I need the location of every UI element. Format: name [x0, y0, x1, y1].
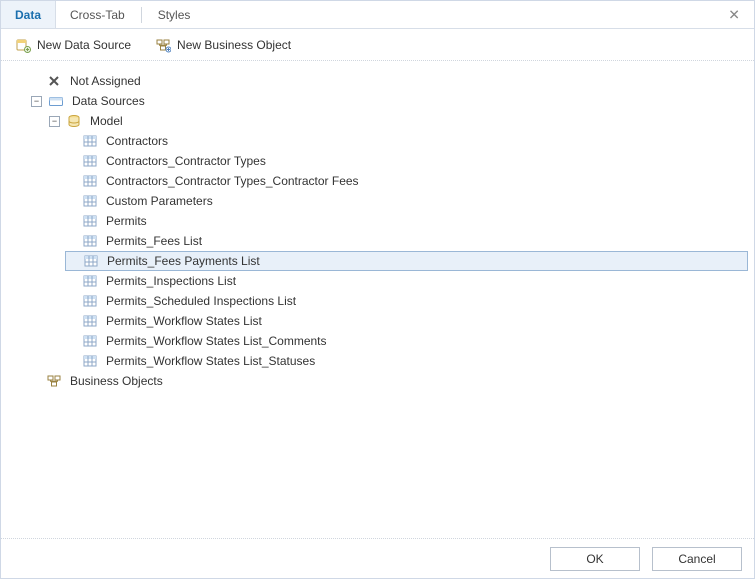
new-data-source-button[interactable]: New Data Source [11, 35, 135, 55]
table-icon [83, 253, 99, 269]
table-icon [82, 313, 98, 329]
toggle-spacer [67, 296, 78, 307]
toggle-spacer [67, 136, 78, 147]
tree-panel: Not Assigned − Data Sources − Mod [1, 61, 754, 538]
table-icon [82, 333, 98, 349]
node-label: Business Objects [66, 373, 167, 389]
ok-button[interactable]: OK [550, 547, 640, 571]
node-label: Contractors_Contractor Types_Contractor … [102, 173, 363, 189]
tree-node-table[interactable]: Permits_Workflow States List_Statuses [65, 351, 748, 371]
node-label: Model [86, 113, 127, 129]
tree-node-data-sources[interactable]: − Data Sources − Model Contractors Contra… [29, 91, 748, 371]
node-label: Contractors_Contractor Types [102, 153, 270, 169]
tab-label: Cross-Tab [70, 8, 125, 22]
tree-node-table[interactable]: Contractors_Contractor Types_Contractor … [65, 171, 748, 191]
toggle-spacer [67, 236, 78, 247]
table-icon [82, 213, 98, 229]
toggle-spacer [67, 336, 78, 347]
cross-icon [46, 73, 62, 89]
node-label: Permits_Fees List [102, 233, 206, 249]
node-label: Contractors [102, 133, 172, 149]
dialog-root: Data Cross-Tab Styles ✕ New Data Source … [0, 0, 755, 579]
node-label: Permits_Inspections List [102, 273, 240, 289]
dialog-footer: OK Cancel [1, 538, 754, 578]
tree-node-model[interactable]: − Model Contractors Contractors_Contracto… [47, 111, 748, 371]
tab-separator [141, 7, 142, 23]
tab-data[interactable]: Data [1, 1, 56, 28]
collapse-toggle[interactable]: − [31, 96, 42, 107]
tab-label: Data [15, 8, 41, 22]
tab-crosstab[interactable]: Cross-Tab [56, 1, 139, 28]
tree-node-table[interactable]: Permits_Inspections List [65, 271, 748, 291]
cancel-button[interactable]: Cancel [652, 547, 742, 571]
node-label: Data Sources [68, 93, 149, 109]
tree-node-table[interactable]: Permits_Workflow States List [65, 311, 748, 331]
folder-icon [48, 93, 64, 109]
close-button[interactable]: ✕ [724, 4, 744, 25]
node-label: Custom Parameters [102, 193, 217, 209]
node-label: Permits_Workflow States List_Comments [102, 333, 331, 349]
table-icon [82, 133, 98, 149]
tree-node-table[interactable]: Permits_Fees Payments List [65, 251, 748, 271]
table-icon [82, 273, 98, 289]
toggle-spacer [67, 176, 78, 187]
database-icon [66, 113, 82, 129]
tree-node-table[interactable]: Permits_Fees List [65, 231, 748, 251]
table-icon [82, 353, 98, 369]
toggle-spacer [67, 216, 78, 227]
new-data-source-icon [15, 37, 31, 53]
table-icon [82, 293, 98, 309]
tree-root: Not Assigned − Data Sources − Mod [7, 71, 748, 391]
tree-node-business-objects[interactable]: Business Objects [29, 371, 748, 391]
button-label: New Business Object [177, 38, 291, 52]
toggle-spacer [68, 256, 79, 267]
node-label: Permits_Workflow States List_Statuses [102, 353, 319, 369]
tree-node-table[interactable]: Permits_Scheduled Inspections List [65, 291, 748, 311]
toolbar: New Data Source New Business Object [1, 29, 754, 61]
node-label: Permits_Workflow States List [102, 313, 266, 329]
node-label: Permits_Fees Payments List [103, 254, 264, 268]
tree-node-table[interactable]: Contractors [65, 131, 748, 151]
new-business-object-icon [155, 37, 171, 53]
new-business-object-button[interactable]: New Business Object [151, 35, 295, 55]
tree-node-table[interactable]: Contractors_Contractor Types [65, 151, 748, 171]
node-label: Not Assigned [66, 73, 145, 89]
table-icon [82, 233, 98, 249]
tree-node-table[interactable]: Permits [65, 211, 748, 231]
tree-node-table[interactable]: Permits_Workflow States List_Comments [65, 331, 748, 351]
toggle-spacer [67, 156, 78, 167]
node-label: Permits [102, 213, 151, 229]
collapse-toggle[interactable]: − [49, 116, 60, 127]
business-objects-icon [46, 373, 62, 389]
toggle-spacer [31, 376, 42, 387]
toggle-spacer [31, 76, 42, 87]
table-icon [82, 173, 98, 189]
table-icon [82, 193, 98, 209]
toggle-spacer [67, 316, 78, 327]
tree-node-not-assigned[interactable]: Not Assigned [29, 71, 748, 91]
toggle-spacer [67, 276, 78, 287]
tab-styles[interactable]: Styles [144, 1, 205, 28]
toggle-spacer [67, 356, 78, 367]
tree-node-table[interactable]: Custom Parameters [65, 191, 748, 211]
tab-label: Styles [158, 8, 191, 22]
toggle-spacer [67, 196, 78, 207]
button-label: OK [586, 552, 603, 566]
button-label: Cancel [678, 552, 715, 566]
node-label: Permits_Scheduled Inspections List [102, 293, 300, 309]
button-label: New Data Source [37, 38, 131, 52]
tabs-row: Data Cross-Tab Styles ✕ [1, 1, 754, 29]
table-icon [82, 153, 98, 169]
